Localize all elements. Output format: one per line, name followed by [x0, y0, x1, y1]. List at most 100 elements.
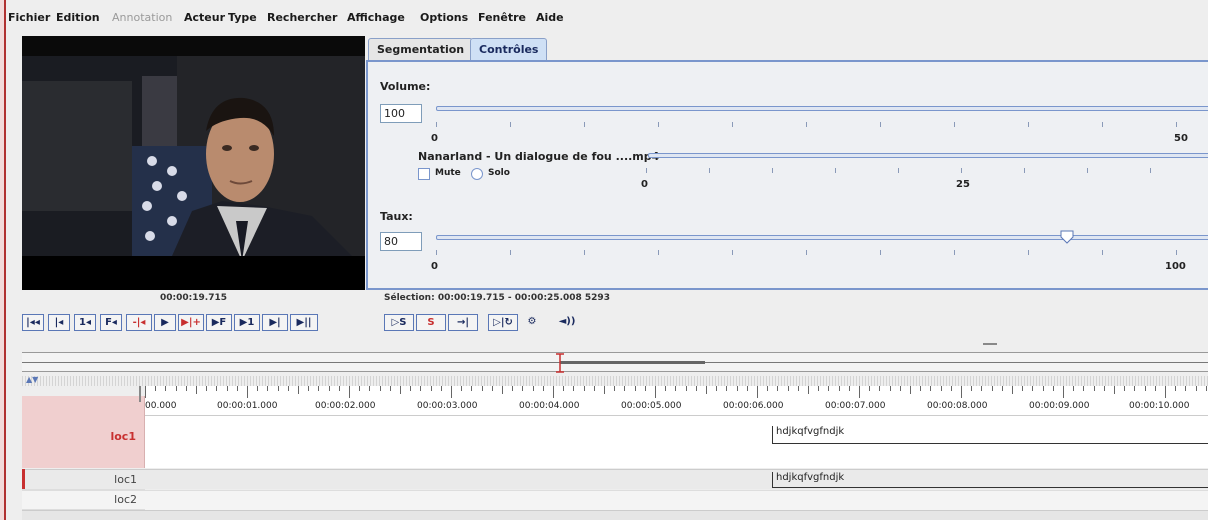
menu-fichier[interactable]: Fichier: [8, 11, 50, 24]
ruler-tick: [542, 386, 544, 391]
overview-timeline[interactable]: [22, 352, 1208, 373]
slider-tick: [954, 122, 955, 127]
ruler-tick: [1073, 386, 1075, 391]
ruler-tick: [1083, 386, 1085, 391]
overview-viewport[interactable]: [560, 361, 705, 364]
slider-tick: [732, 122, 733, 127]
ruler-tick: [808, 386, 809, 394]
tier-label-loc1[interactable]: loc1: [22, 470, 145, 490]
video-frame[interactable]: [22, 36, 365, 290]
ruler-tick: [1063, 386, 1064, 398]
ruler-tick: [185, 386, 187, 391]
slider-tick: [880, 122, 881, 127]
ruler-tick: [777, 386, 779, 391]
annotation-main-text: hdjkqfvgfndjk: [776, 426, 845, 437]
left-edge-strip: [0, 0, 6, 520]
ruler-tick: [940, 386, 942, 391]
ruler-label: 00:00:09.000: [1029, 401, 1090, 411]
previous-second-button[interactable]: 1◂: [74, 314, 96, 331]
tab-segmentation[interactable]: Segmentation: [368, 38, 474, 60]
menu-annotation[interactable]: Annotation: [112, 11, 172, 24]
slider-tick: [880, 250, 881, 255]
rate-label: Taux:: [380, 210, 413, 223]
slider-tick: [436, 250, 437, 255]
slider-tick: [1024, 168, 1025, 173]
ruler-tick: [512, 386, 514, 391]
previous-pixel-button[interactable]: -|◂: [126, 314, 152, 331]
rate-slider-thumb[interactable]: [1060, 230, 1074, 244]
menu-type[interactable]: Type: [228, 11, 257, 24]
clear-selection-button[interactable]: S: [416, 314, 446, 331]
expand-collapse-icon[interactable]: ▲▼: [26, 375, 38, 384]
crosshair-cursor-icon: [556, 353, 564, 373]
ruler-tick: [308, 386, 310, 391]
slider-tick: [898, 168, 899, 173]
media-timecode: 00:00:19.715: [160, 293, 227, 303]
media-volume-slider[interactable]: [648, 153, 1208, 158]
speaker-icon[interactable]: ◄)): [552, 314, 582, 331]
slider-tick: [961, 168, 962, 173]
ruler-tick: [553, 386, 554, 398]
menu-edition[interactable]: Edition: [56, 11, 100, 24]
next-second-button[interactable]: ▶1: [234, 314, 260, 331]
next-scroll-button[interactable]: ▶|: [262, 314, 288, 331]
ruler-tick: [991, 386, 993, 391]
menu-options[interactable]: Options: [420, 11, 468, 24]
tier-row-2[interactable]: [22, 490, 1208, 510]
previous-scroll-button[interactable]: |◂: [48, 314, 70, 331]
slider-tick: [709, 168, 710, 173]
rate-slider[interactable]: [436, 235, 1208, 240]
ruler-tick: [1124, 386, 1126, 391]
volume-scale-mid: 50: [1174, 133, 1188, 144]
solo-radio[interactable]: [471, 168, 483, 180]
ruler-tick: [206, 386, 208, 391]
slider-tick: [584, 122, 585, 127]
menu-aide[interactable]: Aide: [536, 11, 564, 24]
next-pixel-button[interactable]: ▶|+: [178, 314, 204, 331]
ruler-tick: [236, 386, 238, 391]
next-frame-button[interactable]: ▶F: [206, 314, 232, 331]
tier-track-main[interactable]: hdjkqfvgfndjk: [145, 416, 1208, 468]
ruler-tick: [522, 386, 524, 391]
go-to-end-button[interactable]: ▶||: [290, 314, 318, 331]
slider-tick: [1102, 122, 1103, 127]
controls-panel: Volume: 100 0 50 Nanarland - Un dialogue…: [366, 60, 1208, 290]
ruler-tick: [644, 386, 646, 391]
menu-acteur[interactable]: Acteur: [184, 11, 225, 24]
slider-tick: [1028, 250, 1029, 255]
ruler-tick: [1042, 386, 1044, 391]
selection-mode-button[interactable]: →|: [448, 314, 478, 331]
mute-checkbox[interactable]: [418, 168, 430, 180]
tier-label-loc2[interactable]: loc2: [22, 490, 145, 510]
ruler-tick: [491, 386, 493, 391]
play-selection-button[interactable]: ▷S: [384, 314, 414, 331]
tier-header-main[interactable]: loc1: [22, 396, 145, 468]
annotation-row1[interactable]: hdjkqfvgfndjk: [772, 472, 1208, 488]
menu-affichage[interactable]: Affichage: [347, 11, 405, 24]
volume-field[interactable]: 100: [380, 104, 422, 123]
play-button[interactable]: ▶: [154, 314, 176, 331]
menu-fenetre[interactable]: Fenêtre: [478, 11, 526, 24]
menu-rechercher[interactable]: Rechercher: [267, 11, 337, 24]
rate-field[interactable]: 80: [380, 232, 422, 251]
slider-tick: [1087, 168, 1088, 173]
ruler-tick: [318, 386, 320, 391]
previous-frame-button[interactable]: F◂: [100, 314, 122, 331]
panel-divider[interactable]: [8, 340, 1208, 350]
ruler-label: 00:00:04.000: [519, 401, 580, 411]
settings-icon[interactable]: ⚙: [519, 314, 545, 331]
annotation-main[interactable]: hdjkqfvgfndjk: [772, 426, 1208, 444]
ruler-tick: [797, 386, 799, 391]
ruler-tick: [1175, 386, 1177, 391]
ruler-tick: [461, 386, 463, 391]
time-ruler[interactable]: 00.000 00:00:01.000 00:00:02.000 00:00:0…: [139, 386, 1208, 416]
tab-controles[interactable]: Contrôles: [470, 38, 548, 60]
ruler-tick: [257, 386, 259, 391]
go-to-begin-button[interactable]: |◂◂: [22, 314, 44, 331]
tier-row-1[interactable]: [22, 469, 1208, 489]
loop-mode-button[interactable]: ▷|↻: [488, 314, 518, 331]
slider-tick: [510, 122, 511, 127]
mute-label: Mute: [435, 168, 461, 178]
ruler-label: 00.000: [145, 401, 177, 411]
volume-slider[interactable]: [436, 106, 1208, 111]
